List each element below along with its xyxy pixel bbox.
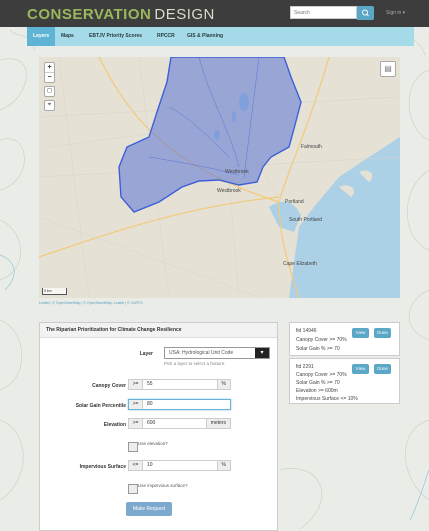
result-line: Impervious Surface <= 10% bbox=[296, 396, 358, 402]
impervious-value: 10 bbox=[147, 462, 153, 468]
done-button[interactable]: Done bbox=[374, 364, 391, 374]
canopy-cover-field[interactable]: >= 55 % bbox=[128, 379, 231, 390]
use-elevation-checkbox[interactable] bbox=[128, 442, 138, 452]
map-scale: 5 km bbox=[42, 288, 67, 295]
brand-part2: DESIGN bbox=[154, 6, 215, 23]
zoom-out-button[interactable]: − bbox=[45, 73, 54, 82]
canopy-operator[interactable]: >= bbox=[129, 380, 143, 389]
canopy-value: 55 bbox=[147, 381, 153, 387]
done-button[interactable]: Done bbox=[374, 328, 391, 338]
result-id: fid 2291 bbox=[296, 364, 314, 370]
tab-ebtjv-priority-scores[interactable]: EBTJV Priority Scores bbox=[89, 27, 142, 46]
layer-select-value: USA: Hydrological Unit Code bbox=[169, 350, 234, 356]
impervious-surface-label: Impervious Surface bbox=[79, 464, 126, 470]
result-id: fid 14946 bbox=[296, 328, 317, 334]
layer-switcher-button[interactable]: ▤ bbox=[380, 61, 396, 77]
map-label: Westbrook bbox=[217, 188, 241, 194]
make-request-button[interactable]: Make Request bbox=[126, 502, 172, 516]
result-card: fid 2291 Canopy Cover >= 70% Solar Gain … bbox=[289, 358, 400, 404]
main-nav: Layers Maps EBTJV Priority Scores RPCCR … bbox=[27, 27, 414, 46]
top-header: CONSERVATIONDESIGN Sign in ▾ bbox=[0, 0, 429, 27]
locate-button[interactable]: ⌖ bbox=[44, 100, 55, 111]
crosshair-icon: ⌖ bbox=[47, 102, 52, 108]
map-view[interactable]: + − ◻ ⌖ ▤ Westbrook Westbrook Portland S… bbox=[39, 57, 400, 298]
map-label: Cape Elizabeth bbox=[283, 261, 317, 267]
map-attribution[interactable]: Leaflet | © OpenStreetMap | © OpenStreet… bbox=[39, 301, 143, 305]
result-line: Elevation >= 600m bbox=[296, 388, 338, 394]
map-label: Falmouth bbox=[301, 144, 322, 150]
result-card: fid 14946 Canopy Cover >= 70% Solar Gain… bbox=[289, 322, 400, 356]
zoom-control: + − bbox=[44, 62, 55, 83]
tab-layers[interactable]: Layers bbox=[27, 27, 56, 46]
elevation-field[interactable]: >= 600 meters bbox=[128, 418, 231, 429]
chevron-down-icon: ▾ bbox=[255, 348, 269, 358]
solar-gain-label: Solar Gain Percentile bbox=[75, 403, 126, 409]
elevation-unit: meters bbox=[205, 419, 230, 428]
layer-label: Layer bbox=[139, 351, 153, 357]
search-box bbox=[290, 6, 374, 20]
layer-help-text: Pick a layer to select a feature. bbox=[164, 361, 226, 366]
solar-gain-field[interactable]: >= 80 bbox=[128, 399, 231, 410]
layer-select[interactable]: USA: Hydrological Unit Code ▾ bbox=[164, 347, 270, 359]
map-label: Westbrook bbox=[225, 169, 249, 175]
signin-link[interactable]: Sign in ▾ bbox=[386, 10, 405, 16]
map-label: South Portland bbox=[289, 217, 323, 223]
zoom-in-button[interactable]: + bbox=[45, 63, 54, 73]
tab-maps[interactable]: Maps bbox=[61, 27, 74, 46]
view-button[interactable]: View bbox=[352, 364, 369, 374]
form-title: The Riparian Prioritization for Climate … bbox=[40, 323, 277, 338]
draw-tool-button[interactable]: ◻ bbox=[44, 86, 55, 97]
square-icon: ◻ bbox=[47, 88, 52, 94]
canopy-unit: % bbox=[216, 380, 230, 389]
layers-icon: ▤ bbox=[384, 64, 392, 73]
elevation-operator[interactable]: >= bbox=[129, 419, 143, 428]
map-label: Portland bbox=[285, 199, 304, 205]
tab-rpccr[interactable]: RPCCR bbox=[157, 27, 175, 46]
brand-part1: CONSERVATION bbox=[27, 6, 152, 23]
request-form-panel: The Riparian Prioritization for Climate … bbox=[39, 322, 278, 531]
result-line: Canopy Cover >= 70% bbox=[296, 337, 347, 343]
solar-value: 80 bbox=[147, 401, 153, 407]
search-input[interactable] bbox=[290, 6, 357, 19]
impervious-operator[interactable]: <= bbox=[129, 461, 143, 470]
brand-logo[interactable]: CONSERVATION DESIGN bbox=[27, 6, 215, 23]
result-line: Canopy Cover >= 70% bbox=[296, 372, 347, 378]
result-line: Solar Gain % >= 70 bbox=[296, 346, 340, 352]
impervious-unit: % bbox=[216, 461, 230, 470]
use-elevation-label: Use elevation? bbox=[138, 441, 168, 446]
search-button[interactable] bbox=[357, 6, 374, 20]
tab-gis-planning[interactable]: GIS & Planning bbox=[187, 27, 223, 46]
canopy-cover-label: Canopy Cover bbox=[92, 383, 126, 389]
impervious-surface-field[interactable]: <= 10 % bbox=[128, 460, 231, 471]
result-line: Solar Gain % >= 70 bbox=[296, 380, 340, 386]
map-canvas bbox=[39, 57, 400, 298]
elevation-label: Elevation bbox=[103, 422, 126, 428]
use-impervious-checkbox[interactable] bbox=[128, 484, 138, 494]
use-impervious-label: Use impervious surface? bbox=[138, 483, 188, 488]
elevation-value: 600 bbox=[147, 420, 156, 426]
solar-operator[interactable]: >= bbox=[129, 400, 143, 409]
search-icon bbox=[362, 9, 369, 17]
view-button[interactable]: View bbox=[352, 328, 369, 338]
